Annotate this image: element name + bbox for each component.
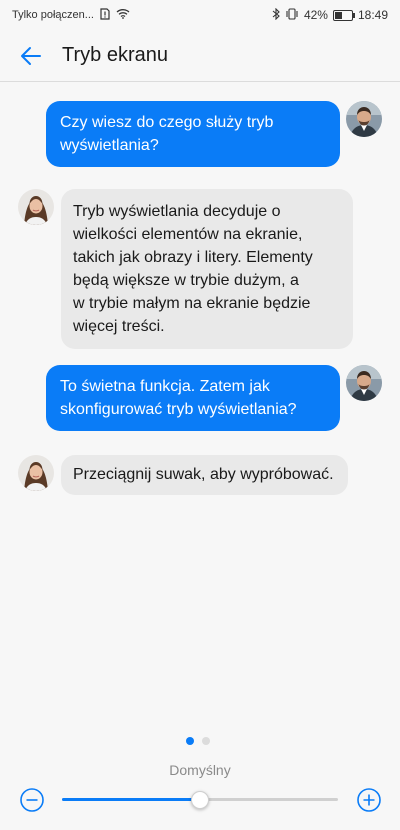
page-indicator	[186, 737, 210, 745]
message-line: Czy wiesz do czego służy tryb	[60, 114, 274, 131]
message-line: wielkości elementów na ekranie,	[73, 226, 303, 243]
avatar-user	[346, 101, 382, 137]
status-bar: Tylko połączen... 42% 18:49	[0, 0, 400, 30]
back-button[interactable]	[14, 39, 48, 73]
plus-circle-icon	[357, 788, 381, 812]
page-dot-active[interactable]	[186, 737, 194, 745]
clock: 18:49	[357, 8, 388, 22]
message-line: Tryb wyświetlania decyduje o	[73, 203, 281, 220]
avatar-user	[346, 365, 382, 401]
message-line: więcej treści.	[73, 318, 165, 335]
message-line: Przeciągnij suwak, aby wypróbować.	[73, 466, 334, 483]
status-right: 42% 18:49	[272, 7, 388, 23]
message-line: w trybie małym na ekranie będzie	[73, 295, 311, 312]
message-bubble: To świetna funkcja. Zatem jak skonfiguro…	[46, 365, 340, 431]
avatar-assistant	[18, 455, 54, 491]
message-bubble: Przeciągnij suwak, aby wypróbować.	[61, 455, 348, 495]
avatar-assistant	[18, 189, 54, 225]
message-line: takich jak obrazy i litery. Elementy	[73, 249, 313, 266]
battery-percent: 42%	[303, 8, 328, 22]
minus-circle-icon	[20, 788, 44, 812]
wifi-icon	[116, 8, 130, 22]
decrease-button[interactable]	[19, 787, 45, 813]
carrier-text: Tylko połączen...	[12, 9, 94, 21]
display-mode-label: Domyślny	[169, 762, 231, 778]
bluetooth-icon	[272, 7, 280, 23]
arrow-left-icon	[21, 46, 41, 65]
battery-level	[334, 11, 342, 19]
message-line: skonfigurować tryb wyświetlania?	[60, 401, 297, 418]
message-line: będą większe w trybie dużym, a	[73, 272, 299, 289]
message-bubble: Czy wiesz do czego służy tryb wyświetlan…	[46, 101, 340, 167]
battery-icon	[332, 9, 355, 21]
display-size-slider-row	[0, 785, 400, 815]
app-header: Tryb ekranu	[0, 30, 400, 82]
status-left: Tylko połączen...	[12, 7, 130, 23]
message-bubble: Tryb wyświetlania decyduje o wielkości e…	[61, 189, 353, 349]
message-assistant: Przeciągnij suwak, aby wypróbować.	[18, 455, 348, 495]
message-user: To świetna funkcja. Zatem jak skonfiguro…	[46, 365, 382, 431]
page-dot[interactable]	[202, 737, 210, 745]
message-line: wyświetlania?	[60, 137, 159, 154]
message-assistant: Tryb wyświetlania decyduje o wielkości e…	[18, 189, 353, 349]
sim-alert-icon	[100, 7, 110, 23]
slider-thumb[interactable]	[191, 791, 209, 809]
increase-button[interactable]	[356, 787, 382, 813]
vibrate-icon	[285, 7, 299, 23]
slider-fill	[62, 798, 200, 801]
message-line: To świetna funkcja. Zatem jak	[60, 378, 270, 395]
message-user: Czy wiesz do czego służy tryb wyświetlan…	[46, 101, 382, 167]
page-title: Tryb ekranu	[62, 44, 168, 66]
